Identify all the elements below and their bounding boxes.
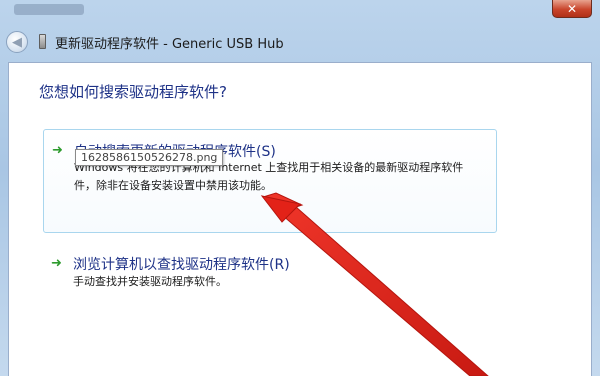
browse-computer-option[interactable]: ➜ 浏览计算机以查找驱动程序软件(R) 手动查找并安装驱动程序软件。 [43, 245, 497, 299]
green-arrow-icon: ➜ [52, 143, 63, 158]
window-title: 更新驱动程序软件 - Generic USB Hub [55, 37, 284, 52]
close-button[interactable]: ✕ [552, 0, 592, 18]
filename-tooltip: 1628586150526278.png [75, 149, 224, 166]
green-arrow-icon: ➜ [51, 256, 62, 271]
auto-search-option[interactable]: ➜ 自动搜索更新的驱动程序软件(S) Windows 将在您的计算机和 Inte… [43, 129, 497, 233]
back-button[interactable]: ◀ [6, 31, 28, 53]
page-question: 您想如何搜索驱动程序软件? [39, 83, 227, 101]
close-icon: ✕ [566, 1, 578, 16]
back-arrow-icon: ◀ [12, 34, 22, 50]
title-bar: ✕ [0, 0, 600, 22]
content-panel: 您想如何搜索驱动程序软件? ➜ 自动搜索更新的驱动程序软件(S) Windows… [8, 62, 592, 376]
usb-device-icon [39, 34, 46, 49]
browse-computer-description: 手动查找并安装驱动程序软件。 [73, 275, 227, 288]
blurred-window-caption [14, 4, 84, 15]
wizard-header: ◀ 更新驱动程序软件 - Generic USB Hub [0, 22, 600, 62]
window-frame: ✕ ◀ 更新驱动程序软件 - Generic USB Hub 您想如何搜索驱动程… [0, 0, 600, 376]
browse-computer-title: 浏览计算机以查找驱动程序软件(R) [73, 257, 290, 273]
auto-search-desc-line-2: 件，除非在设备安装设置中禁用该功能。 [74, 179, 272, 192]
